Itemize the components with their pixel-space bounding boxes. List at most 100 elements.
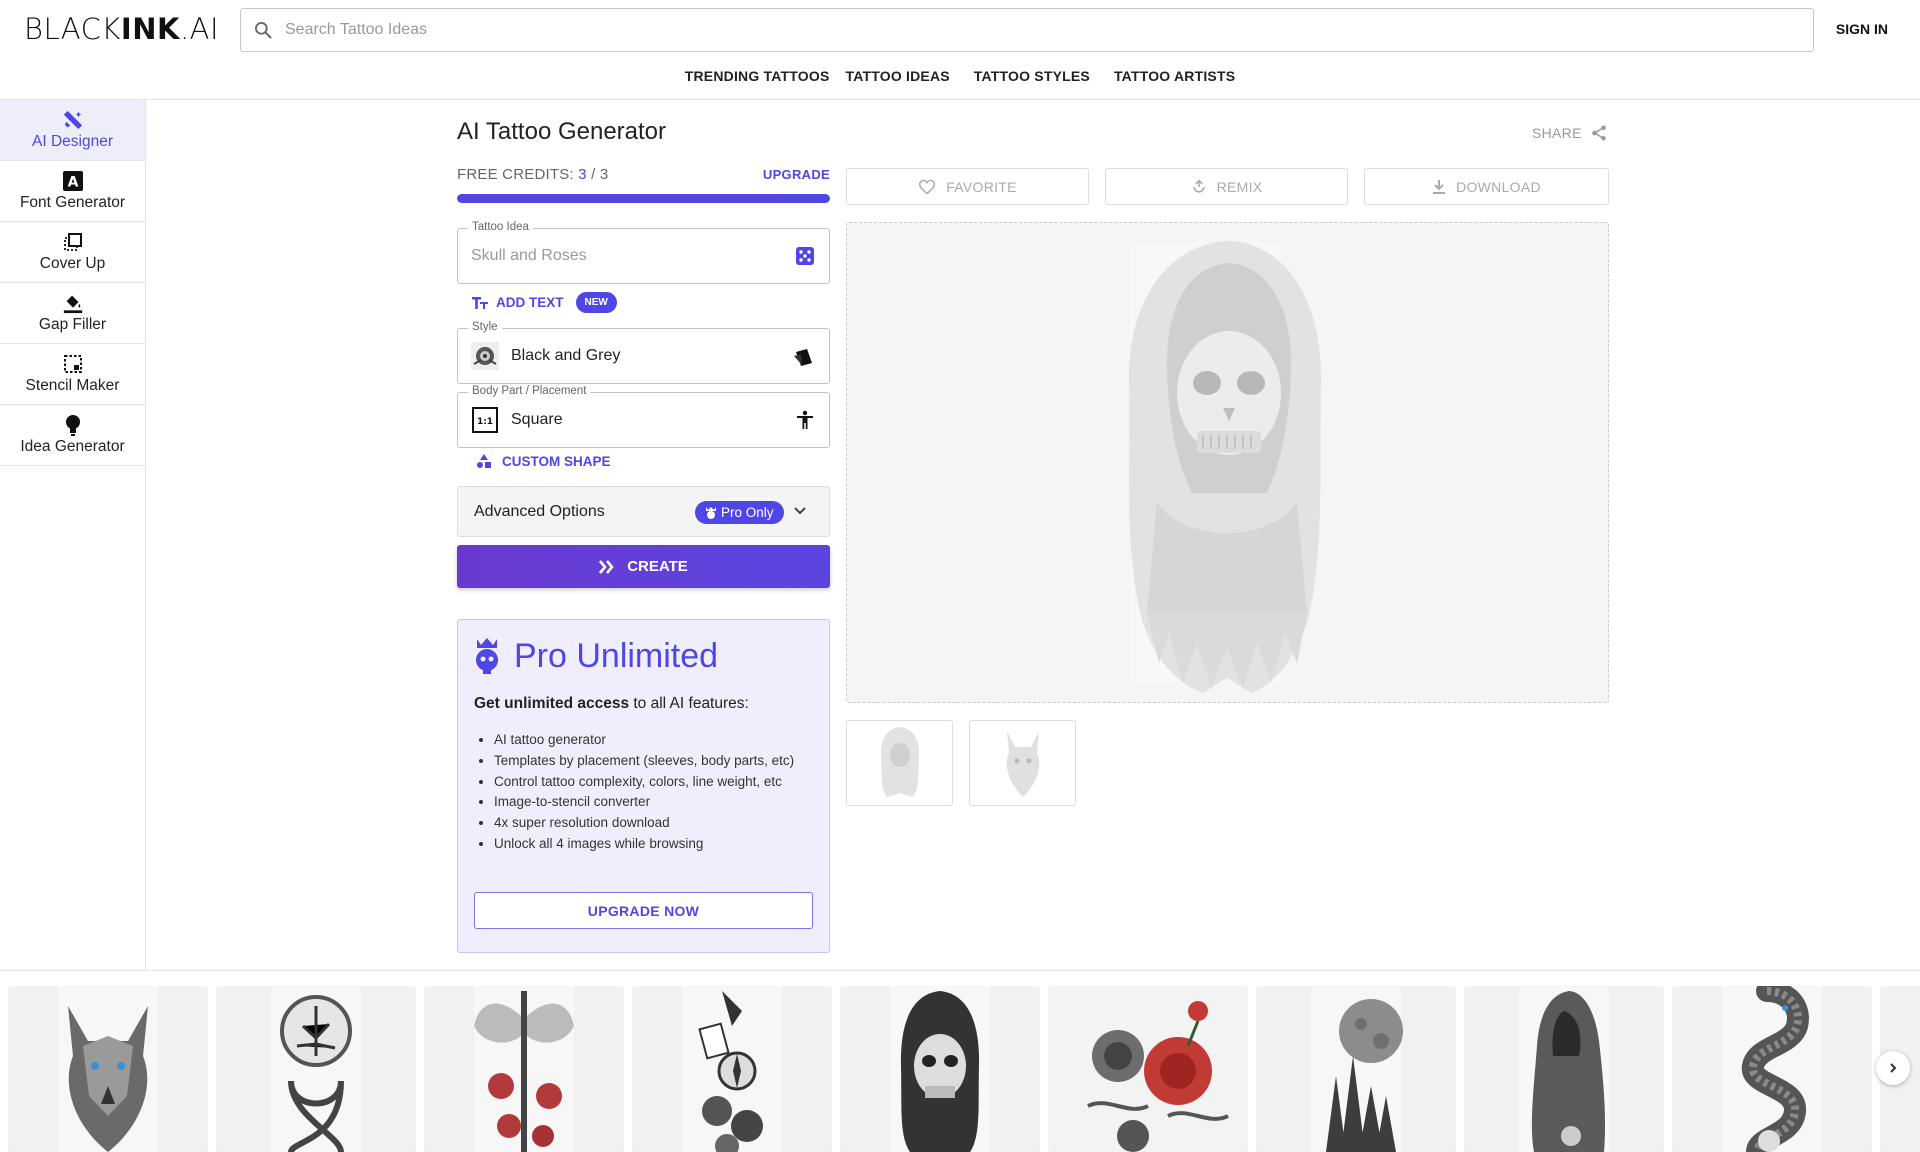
- carousel-card[interactable]: [8, 986, 208, 1152]
- tattoo-idea-field[interactable]: Tattoo Idea Skull and Roses: [457, 221, 830, 284]
- list-item: AI tattoo generator: [494, 730, 824, 751]
- advanced-options-toggle[interactable]: Advanced Options Pro Only: [457, 486, 830, 537]
- custom-shape-label: CUSTOM SHAPE: [502, 453, 611, 469]
- shapes-icon: [477, 454, 491, 468]
- placement-select[interactable]: Body Part / Placement 1:1 Square: [457, 385, 830, 448]
- carousel-card[interactable]: [1464, 986, 1664, 1152]
- sidebar-item-label: Gap Filler: [38, 316, 107, 333]
- sidebar-item-stencil-maker[interactable]: Stencil Maker: [0, 344, 145, 405]
- sidebar-item-label: Stencil Maker: [25, 377, 120, 394]
- sidebar-item-label: Idea Generator: [20, 438, 125, 455]
- sidebar-item-idea-generator[interactable]: Idea Generator: [0, 405, 145, 466]
- dragon-tattoo-image: [1722, 986, 1822, 1152]
- text-format-icon: [472, 296, 488, 309]
- free-credits-label: FREE CREDITS: 3 / 3: [457, 166, 609, 183]
- sidebar-item-label: Cover Up: [39, 255, 106, 272]
- chevron-down-icon: [793, 504, 807, 523]
- sign-in-button[interactable]: SIGN IN: [1836, 21, 1888, 37]
- crown-skull-icon: [706, 506, 716, 519]
- list-item: Unlock all 4 images while browsing: [494, 834, 824, 855]
- style-thumbnail: [471, 342, 499, 370]
- sidebar-item-label: AI Designer: [32, 133, 113, 150]
- tattoo-preview[interactable]: [846, 222, 1609, 703]
- create-button[interactable]: CREATE: [457, 545, 830, 588]
- carousel-next-button[interactable]: [1876, 1051, 1910, 1085]
- pro-subtitle: Get unlimited access to all AI features:: [474, 695, 749, 712]
- carousel-card[interactable]: [1672, 986, 1872, 1152]
- style-label: Style: [468, 321, 502, 333]
- lightbulb-icon: [64, 414, 82, 436]
- wolf-tattoo-image: [58, 986, 158, 1152]
- sidebar-item-cover-up[interactable]: Cover Up: [0, 222, 145, 283]
- carousel-card[interactable]: [424, 986, 624, 1152]
- list-item: 4x super resolution download: [494, 813, 824, 834]
- font-icon: A: [62, 170, 83, 192]
- nav-tattoo-styles[interactable]: TATTOO STYLES: [974, 68, 1090, 84]
- list-item: Templates by placement (sleeves, body pa…: [494, 751, 824, 772]
- result-thumbnail-1[interactable]: [846, 720, 953, 806]
- download-icon: [1433, 179, 1446, 194]
- credits-progress-fill: [457, 194, 830, 203]
- advanced-options-label: Advanced Options: [474, 502, 605, 520]
- hooded-figure-tattoo-image: [1519, 986, 1609, 1152]
- style-swatch-icon: [793, 346, 815, 373]
- list-item: Image-to-stencil converter: [494, 792, 824, 813]
- new-badge: NEW: [575, 292, 617, 313]
- list-item: Control tattoo complexity, colors, line …: [494, 772, 824, 793]
- search-input[interactable]: [285, 21, 1685, 39]
- main-nav: TRENDING TATTOOS TATTOO IDEAS TATTOO STY…: [0, 68, 1920, 84]
- svg-text:A: A: [67, 175, 78, 191]
- search-bar[interactable]: [240, 8, 1814, 52]
- custom-shape-button[interactable]: CUSTOM SHAPE: [476, 453, 611, 469]
- style-select[interactable]: Style Black and Grey: [457, 321, 830, 384]
- stencil-icon: [63, 353, 83, 375]
- upgrade-now-button[interactable]: UPGRADE NOW: [474, 892, 813, 929]
- nav-tattoo-artists[interactable]: TATTOO ARTISTS: [1114, 68, 1235, 84]
- add-text-label: ADD TEXT: [496, 295, 564, 310]
- upgrade-link[interactable]: UPGRADE: [763, 167, 830, 182]
- reaper-tattoo-image: [890, 986, 990, 1152]
- carousel-card[interactable]: [840, 986, 1040, 1152]
- double-chevron-icon: [599, 559, 614, 574]
- logo[interactable]: BLACKINK.AI: [24, 12, 219, 46]
- carousel-card[interactable]: [632, 986, 832, 1152]
- square-ratio-icon: 1:1: [471, 406, 499, 434]
- sidebar-item-gap-filler[interactable]: Gap Filler: [0, 283, 145, 344]
- nav-trending-tattoos[interactable]: TRENDING TATTOOS: [685, 68, 830, 84]
- tattoo-ideas-carousel: [8, 986, 1920, 1152]
- carousel-card[interactable]: [1048, 986, 1248, 1152]
- carousel-card[interactable]: [1256, 986, 1456, 1152]
- credits-row: FREE CREDITS: 3 / 3 UPGRADE: [457, 166, 830, 183]
- add-text-button[interactable]: ADD TEXT NEW: [472, 292, 617, 313]
- download-button[interactable]: DOWNLOAD: [1364, 168, 1609, 205]
- body-icon: [795, 410, 815, 435]
- ai-designer-icon: [62, 109, 84, 131]
- pro-title: Pro Unlimited: [514, 636, 719, 675]
- chevron-right-icon: [1890, 1063, 1897, 1073]
- svg-text:1:1: 1:1: [477, 417, 493, 427]
- result-thumbnail-2[interactable]: [969, 720, 1076, 806]
- credits-progress-bar: [457, 194, 830, 203]
- crown-skull-icon: [476, 638, 498, 674]
- paint-bucket-icon: [62, 292, 84, 314]
- share-icon: [1591, 125, 1606, 141]
- remix-button[interactable]: REMIX: [1105, 168, 1348, 205]
- carousel-card[interactable]: [216, 986, 416, 1152]
- share-label: SHARE: [1532, 125, 1582, 141]
- create-label: CREATE: [627, 558, 688, 575]
- dice-icon[interactable]: [795, 246, 815, 271]
- nav-tattoo-ideas[interactable]: TATTOO IDEAS: [846, 68, 950, 84]
- style-value: Black and Grey: [511, 347, 621, 364]
- sidebar-item-font-generator[interactable]: A Font Generator: [0, 161, 145, 222]
- tattoo-idea-label: Tattoo Idea: [468, 221, 533, 233]
- moon-forest-tattoo-image: [1311, 986, 1403, 1152]
- share-button[interactable]: SHARE: [1532, 124, 1608, 142]
- sidebar-item-ai-designer[interactable]: AI Designer: [0, 100, 145, 161]
- hourglass-tree-tattoo-image: [271, 986, 361, 1152]
- reaper-thumbnail-image: [880, 727, 919, 797]
- favorite-button[interactable]: FAVORITE: [846, 168, 1089, 205]
- rose-tattoo-image: [1048, 986, 1248, 1152]
- header-divider: [0, 99, 1920, 100]
- page-title: AI Tattoo Generator: [457, 118, 667, 145]
- sidebar-item-label: Font Generator: [19, 194, 126, 211]
